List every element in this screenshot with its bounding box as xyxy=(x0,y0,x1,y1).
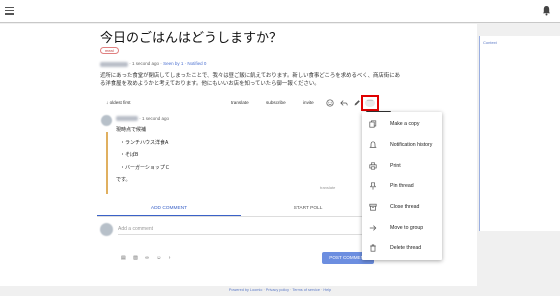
comment-time: · 1 second ago xyxy=(139,116,170,121)
attach-file-icon[interactable]: ▤ xyxy=(121,255,126,261)
tab-add-comment[interactable]: ADD COMMENT xyxy=(97,203,241,216)
more-actions-button[interactable]: ··· xyxy=(361,95,379,111)
footer-powered-by-link[interactable]: Powered by Loomio xyxy=(229,288,263,292)
notified-link[interactable]: · Notified 0 xyxy=(185,60,207,68)
menu-item-move-to-group[interactable]: Move to group xyxy=(362,218,442,238)
comment-line: ・ランチハウス洋食A xyxy=(120,139,169,146)
reply-icon[interactable] xyxy=(340,99,348,107)
trash-icon xyxy=(370,244,376,252)
footer: Powered by Loomio · Privacy policy · Ter… xyxy=(228,288,332,292)
thread-meta: · 1 second ago · Seen by 1 · Notified 0 xyxy=(100,60,206,68)
print-icon xyxy=(369,162,377,170)
reaction-icon[interactable] xyxy=(326,99,334,107)
comment-author-blurred[interactable] xyxy=(116,116,138,122)
image-icon[interactable]: ▨ xyxy=(133,255,138,261)
menu-item-delete-thread[interactable]: Delete thread xyxy=(362,238,442,258)
thread-toolbar: ↓ oldest first translate subscribe invit… xyxy=(100,98,380,108)
thread-title: 今日のごはんはどうしますか？ xyxy=(100,30,283,45)
seen-by-link[interactable]: Seen by 1 xyxy=(163,60,183,68)
comment-translate-link[interactable]: translate xyxy=(320,185,335,190)
tag-badge[interactable]: meal xyxy=(100,47,119,54)
copy-icon xyxy=(369,120,377,128)
menu-item-make-copy[interactable]: Make a copy xyxy=(362,114,442,134)
composer-avatar xyxy=(100,223,113,236)
expand-more-icon[interactable]: › xyxy=(169,255,171,261)
sort-order-button[interactable]: ↓ oldest first xyxy=(106,98,131,108)
menu-item-close-thread[interactable]: Close thread xyxy=(362,197,442,217)
context-sidebar: Context xyxy=(479,36,560,231)
comment-line: ・そばB xyxy=(120,152,139,158)
edit-icon[interactable] xyxy=(353,99,361,107)
archive-icon xyxy=(369,203,377,211)
menu-item-pin-thread[interactable]: Pin thread xyxy=(362,176,442,196)
bell-icon[interactable] xyxy=(542,5,551,16)
bell-outline-icon xyxy=(369,141,377,148)
composer-tabs: ADD COMMENT START POLL xyxy=(97,203,375,217)
menu-item-print[interactable]: Print xyxy=(362,156,442,176)
formatting-toolbar: ▤ ▨ ∞ ☺ › xyxy=(121,255,176,261)
thread-body: 近所にあった食堂が閉店してしまったことで、我々は昼ご飯に飢えております。新しい食… xyxy=(100,73,400,87)
invite-button[interactable]: invite xyxy=(303,98,314,108)
comment-line: ・バーガーショップＣ xyxy=(120,164,170,171)
tab-start-poll[interactable]: START POLL xyxy=(241,203,375,216)
thread-time: · 1 second ago · xyxy=(129,61,162,66)
arrow-down-icon: ↓ xyxy=(106,100,109,105)
subscribe-button[interactable]: subscribe xyxy=(266,98,286,108)
footer-privacy-link[interactable]: Privacy policy xyxy=(266,288,289,292)
comment-line: 現時点で候補 xyxy=(116,127,147,133)
avatar[interactable] xyxy=(101,115,112,126)
pin-icon xyxy=(369,182,377,190)
comment-meta: · 1 second ago xyxy=(116,115,169,123)
comment-line: です。 xyxy=(116,177,131,183)
footer-terms-link[interactable]: Terms of service xyxy=(292,288,320,292)
hamburger-icon[interactable] xyxy=(5,7,14,15)
top-app-bar xyxy=(0,0,560,23)
more-actions-menu: Make a copy Notification history Print P… xyxy=(362,112,442,260)
menu-item-notification-history[interactable]: Notification history xyxy=(362,135,442,155)
context-label: Context xyxy=(483,40,497,45)
translate-button[interactable]: translate xyxy=(231,98,249,108)
more-dots-icon: ··· xyxy=(365,98,375,107)
emoji-icon[interactable]: ☺ xyxy=(156,255,161,261)
author-name-blurred[interactable] xyxy=(100,61,128,67)
arrow-right-icon xyxy=(369,225,377,231)
comment-body: 現時点で候補 ・ランチハウス洋食A ・そばB ・バーガーショップＣ です。 xyxy=(116,124,170,187)
link-icon[interactable]: ∞ xyxy=(145,255,149,261)
footer-help-link[interactable]: Help xyxy=(323,288,331,292)
comment-input[interactable]: Add a comment xyxy=(118,223,368,235)
comment-thread-line xyxy=(106,132,108,194)
